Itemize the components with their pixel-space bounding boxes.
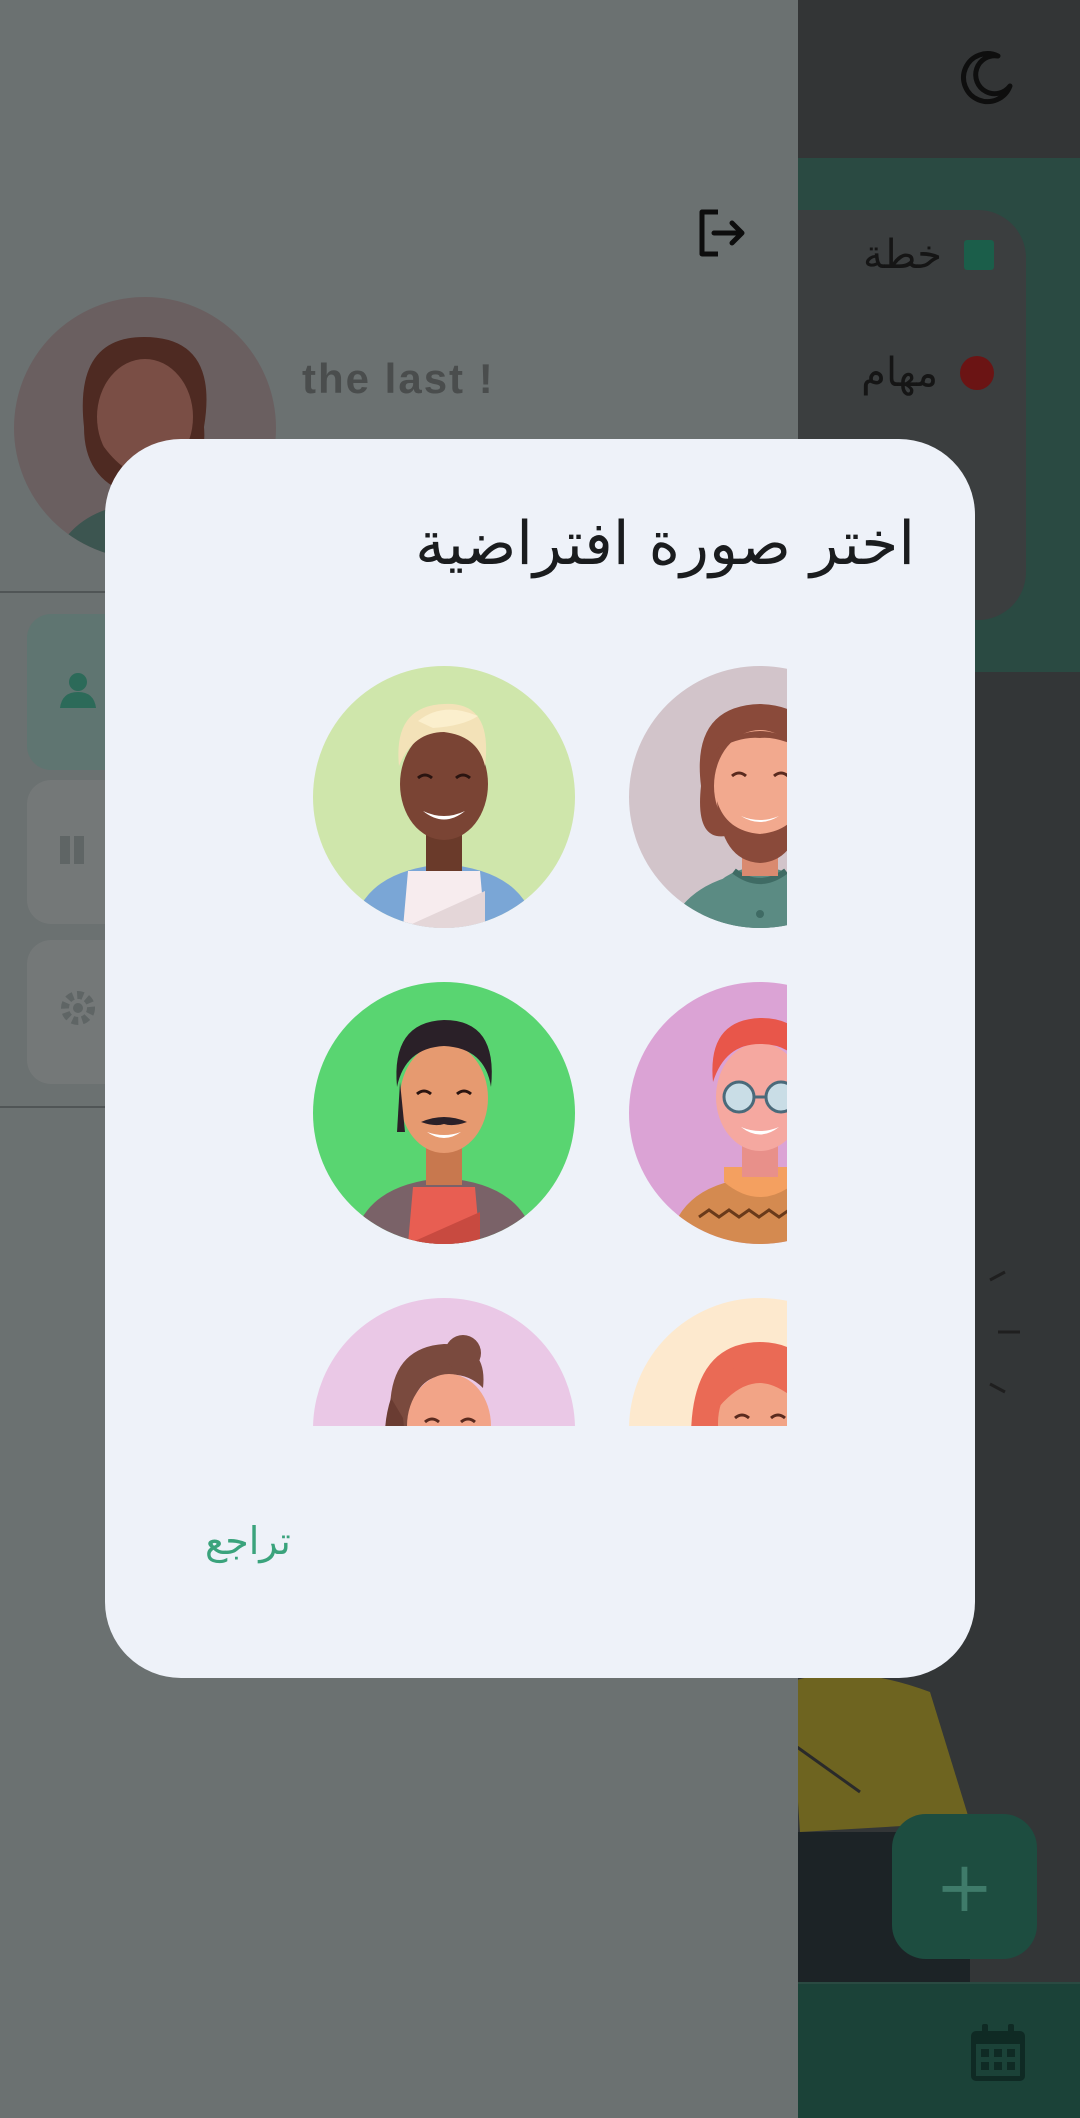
legend-square-marker (964, 240, 994, 270)
logout-icon[interactable] (694, 206, 748, 260)
red-hair-woman-avatar[interactable] (629, 1298, 787, 1426)
cancel-button[interactable]: تراجع (205, 1519, 291, 1563)
plus-icon: + (935, 1845, 994, 1928)
dialog-title: اختر صورة افتراضية (415, 509, 915, 579)
moon-icon[interactable] (958, 48, 1018, 108)
book-icon (60, 836, 84, 864)
blond-man-avatar[interactable] (313, 666, 575, 928)
add-fab-button[interactable]: + (892, 1814, 1037, 1959)
legend-dot-marker (960, 356, 994, 390)
legend-label: مهام (861, 350, 938, 396)
gear-icon (61, 991, 95, 1025)
bearded-man-avatar[interactable] (629, 666, 787, 928)
legend-item-tasks: مهام (861, 343, 994, 403)
brunette-woman-avatar[interactable] (313, 1298, 575, 1426)
mustache-man-avatar[interactable] (313, 982, 575, 1244)
avatar-picker-dialog: اختر صورة افتراضية تراجع (105, 439, 975, 1678)
redhead-glasses-avatar[interactable] (629, 982, 787, 1244)
calendar-icon[interactable] (968, 2022, 1028, 2084)
legend-item-plan: خطة (863, 225, 994, 285)
user-name: the last ! (302, 355, 495, 402)
avatar-grid[interactable] (313, 666, 787, 1426)
person-icon (60, 673, 96, 708)
legend-label: خطة (863, 232, 942, 278)
